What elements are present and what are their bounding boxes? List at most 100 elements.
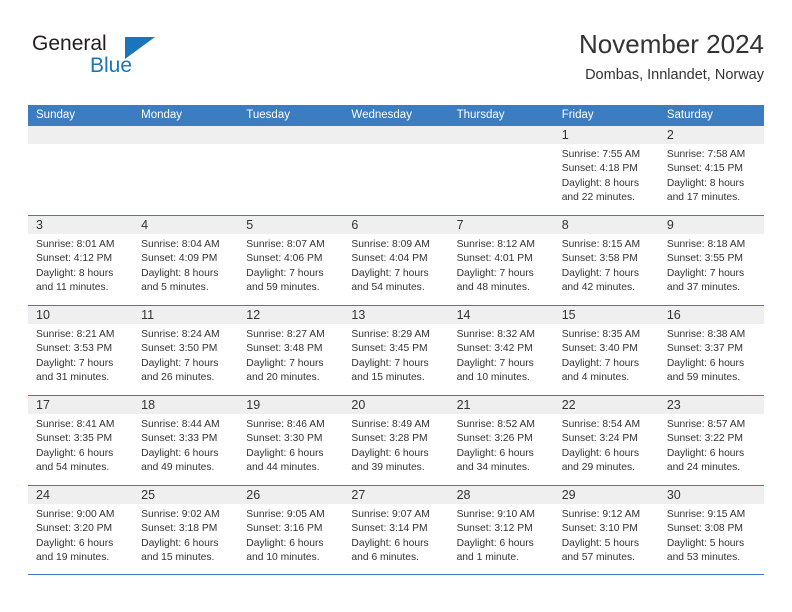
- calendar-day-cell[interactable]: 5 Sunrise: 8:07 AM Sunset: 4:06 PM Daylight…: [238, 216, 344, 305]
- calendar-day-cell[interactable]: 24 Sunrise: 9:00 AM Sunset: 3:20 PM Dayligh…: [28, 486, 134, 574]
- sunset-time: Sunset: 3:28 PM: [351, 433, 428, 445]
- day-number: 12: [246, 308, 261, 322]
- calendar-day-cell[interactable]: 12 Sunrise: 8:27 AM Sunset: 3:48 PM Dayligh…: [238, 306, 344, 395]
- calendar-day-cell-empty: [133, 126, 239, 215]
- daylight-duration-line1: Daylight: 6 hours: [36, 537, 114, 549]
- day-sun-info: Sunrise: 8:35 AM Sunset: 3:40 PM Daylight:…: [554, 324, 659, 386]
- sunset-time: Sunset: 3:24 PM: [561, 433, 638, 445]
- sunrise-time: Sunrise: 8:54 AM: [561, 419, 641, 430]
- day-sun-info: Sunrise: 8:15 AM Sunset: 3:58 PM Daylight:…: [554, 234, 659, 296]
- calendar-day-cell[interactable]: 18 Sunrise: 8:44 AM Sunset: 3:33 PM Dayligh…: [133, 396, 239, 485]
- calendar-day-cell[interactable]: 13 Sunrise: 8:29 AM Sunset: 3:45 PM Dayligh…: [343, 306, 449, 395]
- weekday-header-row: Sunday Monday Tuesday Wednesday Thursday Frid…: [28, 105, 764, 125]
- daylight-duration-line1: Daylight: 5 hours: [561, 537, 639, 549]
- calendar-day-cell[interactable]: 2 Sunrise: 7:58 AM Sunset: 4:15 PM Daylight…: [658, 126, 764, 215]
- day-sun-info: Sunrise: 8:44 AM Sunset: 3:33 PM Daylight:…: [133, 414, 238, 476]
- day-number: 30: [666, 488, 681, 502]
- calendar-day-cell[interactable]: 1 Sunrise: 7:55 AM Sunset: 4:18 PM Daylight…: [553, 126, 659, 215]
- calendar-day-cell[interactable]: 29 Sunrise: 9:12 AM Sunset: 3:10 PM Dayligh…: [553, 486, 659, 574]
- day-number-band: 25: [133, 486, 239, 504]
- day-number-band: 28: [448, 486, 554, 504]
- daylight-duration-line2: and 42 minutes.: [561, 282, 635, 294]
- daylight-duration-line1: Daylight: 8 hours: [36, 267, 114, 279]
- day-number-band: [28, 126, 134, 144]
- calendar-day-cell[interactable]: 14 Sunrise: 8:32 AM Sunset: 3:42 PM Dayligh…: [448, 306, 554, 395]
- day-sun-info: Sunrise: 7:55 AM Sunset: 4:18 PM Daylight:…: [554, 144, 659, 206]
- daylight-duration-line2: and 10 minutes.: [246, 552, 320, 564]
- day-sun-info: Sunrise: 9:07 AM Sunset: 3:14 PM Daylight:…: [343, 504, 448, 566]
- weekday-header-friday: Friday: [561, 109, 594, 121]
- sunrise-time: Sunrise: 8:57 AM: [666, 419, 746, 430]
- calendar-day-cell[interactable]: 3 Sunrise: 8:01 AM Sunset: 4:12 PM Daylight…: [28, 216, 134, 305]
- daylight-duration-line1: Daylight: 6 hours: [36, 447, 114, 459]
- day-number: 18: [141, 398, 156, 412]
- calendar-day-cell-empty: [238, 126, 344, 215]
- calendar-day-cell[interactable]: 21 Sunrise: 8:52 AM Sunset: 3:26 PM Dayligh…: [448, 396, 554, 485]
- sunrise-time: Sunrise: 8:46 AM: [246, 419, 325, 430]
- general-blue-logo[interactable]: General Blue: [28, 32, 208, 88]
- daylight-duration-line2: and 53 minutes.: [666, 552, 741, 564]
- daylight-duration-line1: Daylight: 7 hours: [351, 357, 429, 369]
- sunset-time: Sunset: 4:18 PM: [561, 163, 638, 175]
- calendar-day-cell[interactable]: 10 Sunrise: 8:21 AM Sunset: 3:53 PM Dayligh…: [28, 306, 134, 395]
- daylight-duration-line1: Daylight: 7 hours: [456, 267, 534, 279]
- daylight-duration-line1: Daylight: 6 hours: [246, 447, 324, 459]
- day-sun-info: Sunrise: 7:58 AM Sunset: 4:15 PM Daylight:…: [659, 144, 764, 206]
- calendar-day-cell[interactable]: 25 Sunrise: 9:02 AM Sunset: 3:18 PM Dayligh…: [133, 486, 239, 574]
- daylight-duration-line1: Daylight: 8 hours: [666, 177, 745, 189]
- daylight-duration-line1: Daylight: 7 hours: [246, 267, 324, 279]
- daylight-duration-line2: and 15 minutes.: [141, 552, 215, 564]
- calendar-day-cell[interactable]: 28 Sunrise: 9:10 AM Sunset: 3:12 PM Dayligh…: [448, 486, 554, 574]
- day-number: 11: [141, 308, 155, 322]
- calendar-day-cell[interactable]: 17 Sunrise: 8:41 AM Sunset: 3:35 PM Dayligh…: [28, 396, 134, 485]
- daylight-duration-line2: and 37 minutes.: [666, 282, 741, 294]
- day-number-band: 29: [553, 486, 659, 504]
- daylight-duration-line1: Daylight: 7 hours: [141, 357, 219, 369]
- calendar-day-cell[interactable]: 23 Sunrise: 8:57 AM Sunset: 3:22 PM Dayligh…: [658, 396, 764, 485]
- day-number-band: 16: [658, 306, 764, 324]
- calendar-day-cell[interactable]: 27 Sunrise: 9:07 AM Sunset: 3:14 PM Dayligh…: [343, 486, 449, 574]
- calendar-day-cell[interactable]: 16 Sunrise: 8:38 AM Sunset: 3:37 PM Dayligh…: [658, 306, 764, 395]
- day-sun-info: Sunrise: 8:52 AM Sunset: 3:26 PM Daylight:…: [449, 414, 554, 476]
- sunset-time: Sunset: 3:10 PM: [561, 523, 638, 535]
- day-number: 2: [666, 128, 674, 142]
- sunset-time: Sunset: 3:55 PM: [666, 253, 743, 265]
- page-title: November 2024: [579, 29, 764, 59]
- day-number-band: 27: [343, 486, 449, 504]
- day-number-band: 30: [658, 486, 764, 504]
- sunset-time: Sunset: 3:08 PM: [666, 523, 743, 535]
- calendar-day-cell[interactable]: 11 Sunrise: 8:24 AM Sunset: 3:50 PM Dayligh…: [133, 306, 239, 395]
- sunset-time: Sunset: 4:01 PM: [456, 253, 533, 265]
- day-number-band: 17: [28, 396, 134, 414]
- calendar-day-cell[interactable]: 30 Sunrise: 9:15 AM Sunset: 3:08 PM Dayligh…: [658, 486, 764, 574]
- day-sun-info: Sunrise: 8:54 AM Sunset: 3:24 PM Daylight:…: [554, 414, 659, 476]
- sunset-time: Sunset: 3:33 PM: [141, 433, 218, 445]
- calendar-day-cell[interactable]: 26 Sunrise: 9:05 AM Sunset: 3:16 PM Dayligh…: [238, 486, 344, 574]
- calendar-day-cell[interactable]: 8 Sunrise: 8:15 AM Sunset: 3:58 PM Daylight…: [553, 216, 659, 305]
- day-number: 22: [561, 398, 576, 412]
- day-number-band: 8: [553, 216, 659, 234]
- calendar-week-row: 3 Sunrise: 8:01 AM Sunset: 4:12 PM Daylight…: [28, 215, 764, 305]
- daylight-duration-line1: Daylight: 6 hours: [351, 447, 429, 459]
- day-number: 19: [246, 398, 261, 412]
- calendar-day-cell[interactable]: 20 Sunrise: 8:49 AM Sunset: 3:28 PM Dayligh…: [343, 396, 449, 485]
- sunrise-time: Sunrise: 8:44 AM: [141, 419, 220, 430]
- daylight-duration-line1: Daylight: 6 hours: [141, 447, 219, 459]
- calendar-day-cell[interactable]: 9 Sunrise: 8:18 AM Sunset: 3:55 PM Daylight…: [658, 216, 764, 305]
- calendar-day-cell-empty: [343, 126, 449, 215]
- calendar-day-cell[interactable]: 6 Sunrise: 8:09 AM Sunset: 4:04 PM Daylight…: [343, 216, 449, 305]
- calendar-day-cell[interactable]: 7 Sunrise: 8:12 AM Sunset: 4:01 PM Daylight…: [448, 216, 554, 305]
- day-number-band: [343, 126, 449, 144]
- daylight-duration-line2: and 54 minutes.: [36, 462, 110, 474]
- calendar-day-cell[interactable]: 15 Sunrise: 8:35 AM Sunset: 3:40 PM Dayligh…: [553, 306, 659, 395]
- calendar-week-row: 1 Sunrise: 7:55 AM Sunset: 4:18 PM Daylight…: [28, 125, 764, 215]
- calendar-day-cell[interactable]: 19 Sunrise: 8:46 AM Sunset: 3:30 PM Dayligh…: [238, 396, 344, 485]
- calendar-day-cell[interactable]: 4 Sunrise: 8:04 AM Sunset: 4:09 PM Daylight…: [133, 216, 239, 305]
- sunset-time: Sunset: 3:35 PM: [36, 433, 113, 445]
- sunset-time: Sunset: 3:58 PM: [561, 253, 638, 265]
- sunset-time: Sunset: 3:53 PM: [36, 343, 113, 355]
- sunset-time: Sunset: 3:16 PM: [246, 523, 323, 535]
- calendar-day-cell[interactable]: 22 Sunrise: 8:54 AM Sunset: 3:24 PM Dayligh…: [553, 396, 659, 485]
- sunrise-time: Sunrise: 7:58 AM: [666, 149, 746, 160]
- sunrise-time: Sunrise: 8:35 AM: [561, 329, 641, 340]
